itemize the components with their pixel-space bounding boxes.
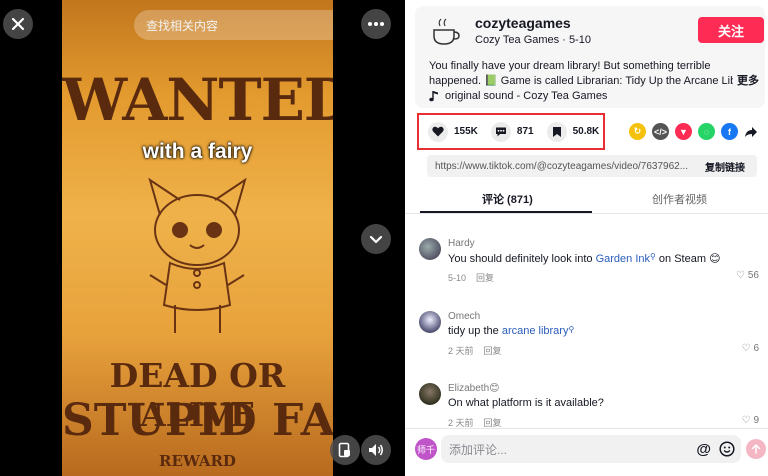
comment-author[interactable]: Hardy xyxy=(448,238,475,249)
mention-icon[interactable]: @ xyxy=(696,441,711,458)
close-button[interactable] xyxy=(3,9,33,39)
creator-avatar[interactable] xyxy=(429,16,461,48)
comment-like-button[interactable]: ♡ 56 xyxy=(736,270,759,281)
arrow-up-icon xyxy=(751,444,761,454)
comment-text: tidy up the arcane library⚲ xyxy=(448,325,574,337)
comment-bubble-icon xyxy=(490,121,511,142)
comment-button[interactable]: 871 xyxy=(490,121,534,142)
picture-in-picture-icon xyxy=(338,442,350,458)
pip-button[interactable] xyxy=(330,435,360,465)
comment-panel: cozyteagames Cozy Tea Games · 5-10 关注 Yo… xyxy=(405,0,768,476)
stats-highlight-box: 155K 871 50.8K xyxy=(417,113,605,150)
poster-line-2: STUPID FAIRY xyxy=(62,395,333,446)
search-link-text: arcane library xyxy=(501,325,569,337)
sound-link[interactable]: original sound - Cozy Tea Games xyxy=(429,90,607,102)
comment-input-bar: 师千 添加评论... @ xyxy=(405,428,768,476)
facebook-icon[interactable]: f xyxy=(721,123,738,140)
active-tab-indicator xyxy=(420,211,592,213)
current-user-avatar[interactable]: 师千 xyxy=(415,438,437,460)
comment-count: 871 xyxy=(516,126,534,137)
poster-title: WANTED xyxy=(62,66,333,134)
comment-like-button[interactable]: ♡ 6 xyxy=(741,343,759,354)
comment-date: 5-10 xyxy=(448,273,467,283)
send-button[interactable] xyxy=(746,439,766,459)
music-note-icon xyxy=(429,91,438,102)
comment-meta: 5-10 回复 xyxy=(448,271,504,284)
next-video-button[interactable] xyxy=(361,224,391,254)
comment-input[interactable]: 添加评论... @ xyxy=(441,435,741,463)
avatar[interactable] xyxy=(419,238,441,260)
sound-name: original sound - Cozy Tea Games xyxy=(445,90,608,102)
comment-date: 2 天前 xyxy=(448,418,474,428)
ellipsis-icon xyxy=(368,22,384,26)
comment-meta: 2 天前 回复 xyxy=(448,344,512,357)
volume-icon xyxy=(369,444,383,456)
search-small-icon: ⚲ xyxy=(568,325,575,334)
share-arrow-icon[interactable] xyxy=(744,126,758,138)
search-link[interactable]: Garden Ink⚲ xyxy=(595,252,656,265)
comment-like-button[interactable]: ♡ 9 xyxy=(741,415,759,426)
avatar[interactable] xyxy=(419,311,441,333)
comment-author[interactable]: Elizabeth😊 xyxy=(448,383,500,394)
comment-date: 2 天前 xyxy=(448,346,474,356)
copy-link-button[interactable]: 复制链接 xyxy=(705,159,745,174)
comment-text: You should definitely look into Garden I… xyxy=(448,252,721,265)
send-friend-icon[interactable]: ▼ xyxy=(675,123,692,140)
comment-text-part: You should definitely look into xyxy=(448,253,596,265)
heart-outline-icon: ♡ xyxy=(741,415,751,426)
reply-button[interactable]: 回复 xyxy=(476,273,494,283)
comment-like-count: 56 xyxy=(747,270,759,281)
save-count: 50.8K xyxy=(572,126,600,137)
comment-author[interactable]: Omech xyxy=(448,311,480,322)
video-info-card: cozyteagames Cozy Tea Games · 5-10 关注 Yo… xyxy=(415,6,765,108)
close-icon xyxy=(11,17,25,31)
comment-text-part: on Steam 😊 xyxy=(655,253,721,265)
repost-icon[interactable]: ↻ xyxy=(629,123,646,140)
video-player[interactable]: WANTED with a fairy DEAD OR ALIVE STUPID… xyxy=(0,0,405,476)
heart-icon xyxy=(428,121,448,142)
heart-outline-icon: ♡ xyxy=(735,270,745,281)
video-subtitle: with a fairy xyxy=(142,140,253,163)
search-link-text: Garden Ink xyxy=(595,253,651,265)
tab-comments[interactable]: 评论 (871) xyxy=(482,191,533,207)
more-description-button[interactable]: 更多 xyxy=(737,72,759,88)
comment-placeholder: 添加评论... xyxy=(449,442,508,457)
search-link[interactable]: arcane library⚲ xyxy=(502,325,575,337)
poster-reward: REWARD xyxy=(159,452,236,470)
comment-like-count: 9 xyxy=(753,415,759,426)
video-frame[interactable]: WANTED with a fairy DEAD OR ALIVE STUPID… xyxy=(62,0,333,476)
emoji-icon[interactable] xyxy=(719,441,735,457)
more-options-button[interactable] xyxy=(361,9,391,39)
comment-like-count: 6 xyxy=(753,343,759,354)
video-search-box[interactable]: 查找相关内容 xyxy=(134,10,333,40)
description-line-2: happened. 📗 Game is called Librarian: Ti… xyxy=(429,75,733,87)
bookmark-icon xyxy=(546,121,567,142)
heart-outline-icon: ♡ xyxy=(741,343,751,354)
avatar[interactable] xyxy=(419,383,441,405)
chevron-down-icon xyxy=(369,235,383,243)
like-button[interactable]: 155K xyxy=(428,121,478,142)
creator-handle-date: Cozy Tea Games · 5-10 xyxy=(475,34,591,46)
save-button[interactable]: 50.8K xyxy=(546,121,600,142)
share-icons: ↻ </> ▼ ◌ f xyxy=(629,123,758,140)
video-url: https://www.tiktok.com/@cozyteagames/vid… xyxy=(435,160,689,172)
panel-tabs: 评论 (871) 创作者视频 xyxy=(405,186,768,214)
embed-icon[interactable]: </> xyxy=(652,123,669,140)
reply-button[interactable]: 回复 xyxy=(484,418,502,428)
video-description: You finally have your dream library! But… xyxy=(429,59,733,89)
whatsapp-icon[interactable]: ◌ xyxy=(698,123,715,140)
reply-button[interactable]: 回复 xyxy=(484,346,502,356)
follow-button[interactable]: 关注 xyxy=(698,17,764,43)
description-line-1: You finally have your dream library! But… xyxy=(429,60,711,72)
like-count: 155K xyxy=(454,126,478,137)
fairy-drawing xyxy=(148,177,247,333)
video-url-bar[interactable]: https://www.tiktok.com/@cozyteagames/vid… xyxy=(427,155,757,177)
search-placeholder: 查找相关内容 xyxy=(146,18,219,33)
tab-creator-videos[interactable]: 创作者视频 xyxy=(652,191,707,207)
comment-text-part: tidy up the xyxy=(448,325,502,337)
comment-text: On what platform is it available? xyxy=(448,397,604,409)
creator-username[interactable]: cozyteagames xyxy=(475,15,571,31)
volume-button[interactable] xyxy=(361,435,391,465)
